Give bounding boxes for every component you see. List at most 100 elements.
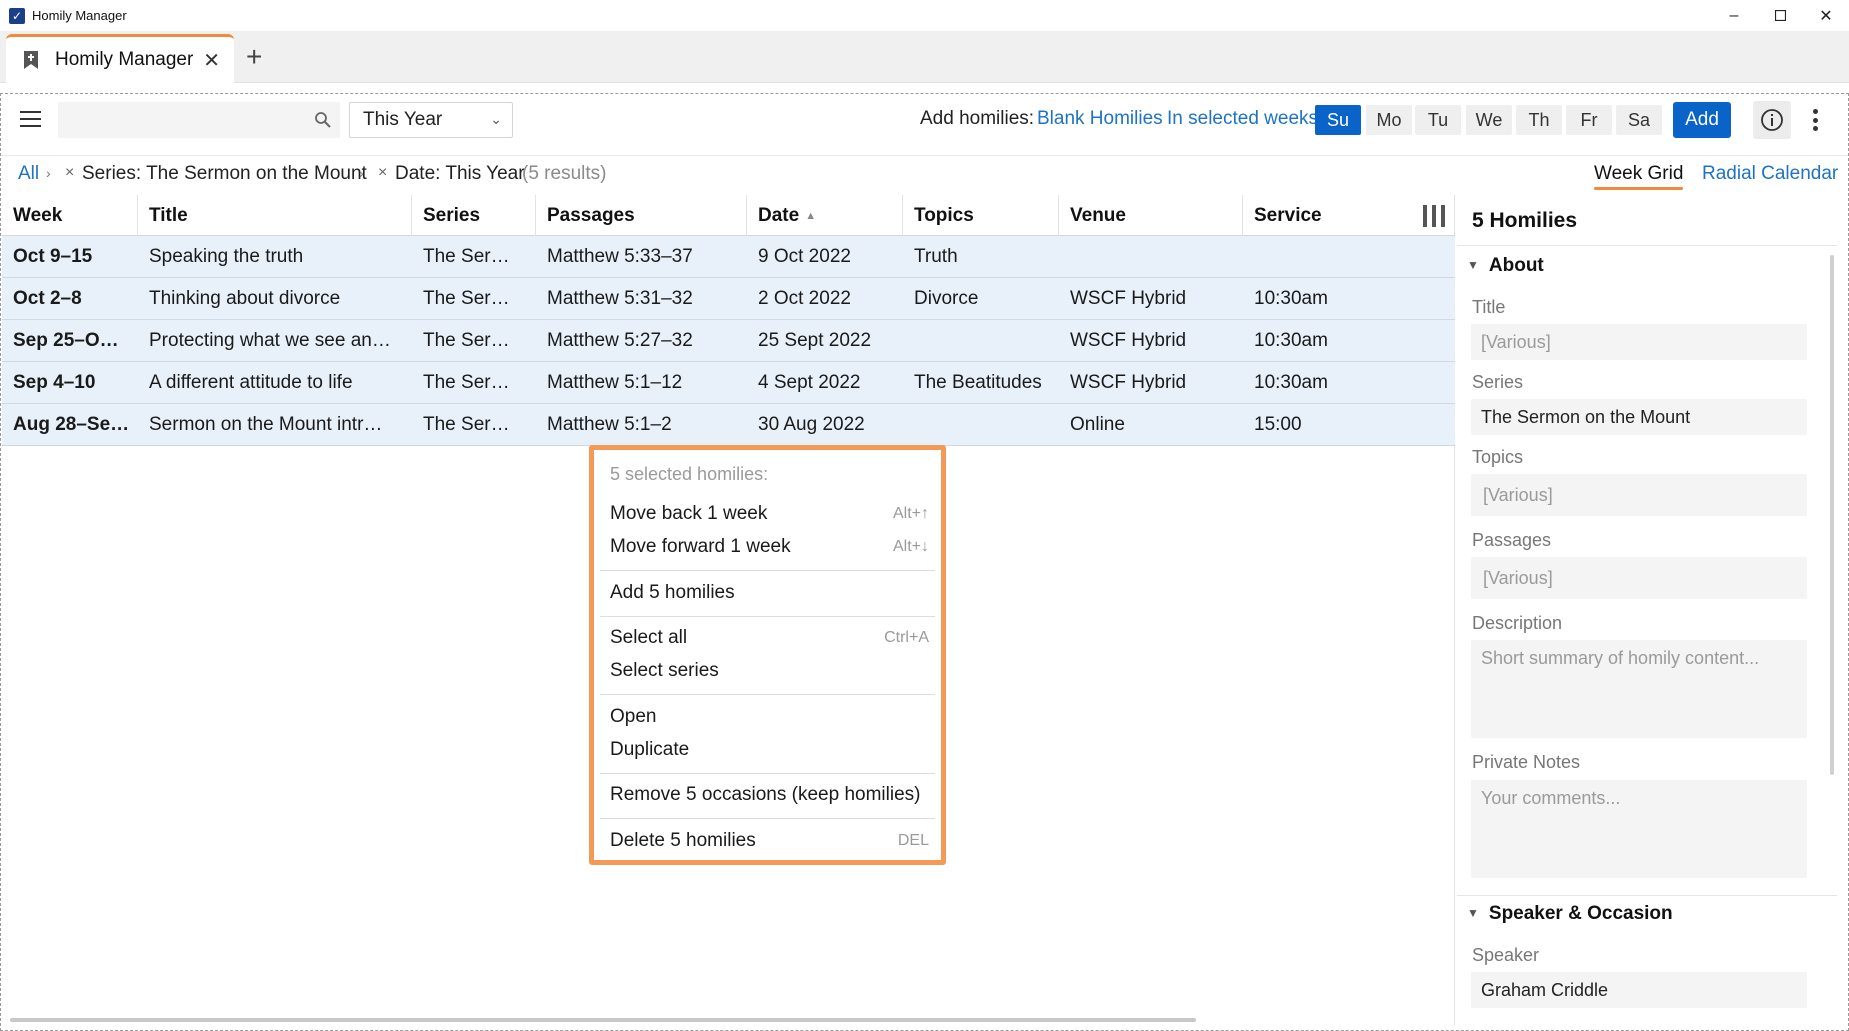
table-row[interactable]: Sep 4–10 A different attitude to life Th… [2, 362, 1455, 404]
day-toggle-sa[interactable]: Sa [1616, 105, 1662, 135]
table-row[interactable]: Sep 25–O… Protecting what we see an… The… [2, 320, 1455, 362]
cell-week: Oct 9–15 [13, 246, 93, 267]
column-header-title[interactable]: Title [138, 195, 412, 236]
day-toggle-tu[interactable]: Tu [1415, 105, 1461, 135]
day-toggle-fr[interactable]: Fr [1566, 105, 1612, 135]
cell-date: 4 Sept 2022 [758, 372, 861, 393]
close-window-button[interactable]: ✕ [1803, 0, 1849, 31]
description-field-label: Description [1472, 613, 1563, 633]
column-chooser-icon[interactable] [1423, 205, 1445, 227]
cell-date: 30 Aug 2022 [758, 414, 865, 435]
panel-vertical-scrollbar[interactable] [1830, 255, 1834, 775]
column-header-week[interactable]: Week [2, 195, 138, 236]
series-field[interactable]: The Sermon on the Mount [1471, 399, 1807, 435]
table-row[interactable]: Aug 28–Se… Sermon on the Mount intr… The… [2, 404, 1455, 446]
section-speaker-occasion[interactable]: ▼ Speaker & Occasion [1467, 903, 1673, 925]
menu-item-select-series[interactable]: Select series [610, 656, 929, 686]
view-tab-radial-calendar[interactable]: Radial Calendar [1702, 163, 1838, 185]
date-range-select[interactable]: This Year ⌄ [349, 102, 513, 138]
passages-field-label: Passages [1472, 530, 1552, 550]
section-about[interactable]: ▼ About [1467, 255, 1544, 277]
cell-venue: Online [1070, 414, 1125, 435]
blank-homilies-link[interactable]: Blank Homilies [1037, 108, 1163, 130]
menu-item-delete-homilies[interactable]: Delete 5 homilies DEL [610, 826, 929, 856]
new-tab-plus-icon[interactable]: + [246, 43, 262, 71]
menu-divider [600, 616, 935, 617]
column-header-topics[interactable]: Topics [903, 195, 1059, 236]
cell-venue: WSCF Hybrid [1070, 372, 1187, 393]
context-menu-header: 5 selected homilies: [610, 464, 769, 484]
menu-item-label: Select series [610, 660, 719, 681]
series-filter-chip[interactable]: Series: The Sermon on the Mount [82, 163, 367, 185]
maximize-button[interactable] [1757, 0, 1803, 31]
cell-week: Oct 2–8 [13, 288, 82, 309]
menu-item-label: Move forward 1 week [610, 536, 791, 557]
menu-item-label: Delete 5 homilies [610, 830, 756, 851]
toolbar: This Year ⌄ Add homilies: Blank Homilies… [0, 84, 1849, 156]
description-field[interactable]: Short summary of homily content... [1471, 640, 1807, 738]
breadcrumb-all[interactable]: All [18, 163, 39, 185]
info-button[interactable] [1753, 101, 1791, 139]
window-controls: – ✕ [1711, 0, 1849, 31]
add-button[interactable]: Add [1673, 102, 1731, 138]
menu-item-move-forward[interactable]: Move forward 1 week Alt+↓ [610, 532, 929, 562]
results-count: (5 results) [522, 163, 607, 184]
cell-date: 2 Oct 2022 [758, 288, 851, 309]
menu-item-label: Select all [610, 627, 688, 648]
menu-item-duplicate[interactable]: Duplicate [610, 735, 929, 765]
day-toggle-th[interactable]: Th [1516, 105, 1562, 135]
topics-field[interactable]: [Various] [1471, 474, 1807, 516]
notes-field[interactable]: Your comments... [1471, 780, 1807, 878]
column-header-venue[interactable]: Venue [1059, 195, 1243, 236]
bookmark-shield-icon [21, 50, 41, 70]
title-field[interactable]: [Various] [1471, 324, 1807, 360]
day-toggle-mo[interactable]: Mo [1366, 105, 1412, 135]
cell-week: Aug 28–Se… [13, 414, 130, 435]
search-input[interactable] [58, 102, 298, 138]
chevron-right-icon: › [359, 165, 364, 181]
cell-service [1243, 236, 1423, 278]
passages-field[interactable]: [Various] [1471, 557, 1807, 599]
cell-title: Sermon on the Mount intr… [149, 414, 383, 435]
cell-topics: The Beatitudes [914, 372, 1042, 393]
column-header-passages[interactable]: Passages [536, 195, 747, 236]
speaker-field[interactable]: Graham Criddle [1471, 972, 1807, 1008]
hamburger-menu-icon[interactable] [20, 111, 41, 127]
cell-service: 10:30am [1254, 330, 1328, 351]
cell-series: The Ser… [423, 414, 510, 435]
day-toggle-we[interactable]: We [1466, 105, 1512, 135]
menu-item-move-back[interactable]: Move back 1 week Alt+↑ [610, 499, 929, 529]
menu-item-add-homilies[interactable]: Add 5 homilies [610, 578, 929, 608]
table-row[interactable]: Oct 2–8 Thinking about divorce The Ser… … [2, 278, 1455, 320]
date-filter-chip[interactable]: Date: This Year [395, 163, 525, 185]
tab-close-icon[interactable]: ✕ [203, 48, 220, 73]
more-options-icon[interactable] [1809, 106, 1821, 134]
context-menu: 5 selected homilies: Move back 1 week Al… [589, 445, 946, 865]
remove-filter-icon[interactable]: × [65, 164, 74, 182]
series-field-label: Series [1472, 372, 1524, 392]
speaker-field-label: Speaker [1472, 945, 1540, 965]
column-header-date[interactable]: Date ▲ [747, 195, 903, 236]
table-row[interactable]: Oct 9–15 Speaking the truth The Ser… Mat… [2, 236, 1455, 278]
in-selected-weeks-link[interactable]: In selected weeks [1167, 108, 1318, 130]
cell-venue: WSCF Hybrid [1070, 288, 1187, 309]
minimize-button[interactable]: – [1711, 0, 1757, 31]
tab-homily-manager[interactable]: Homily Manager ✕ [6, 34, 234, 83]
column-header-series[interactable]: Series [412, 195, 536, 236]
menu-item-remove-occasions[interactable]: Remove 5 occasions (keep homilies) [610, 780, 929, 810]
cell-service: 10:30am [1254, 288, 1328, 309]
menu-divider [600, 773, 935, 774]
cell-topics: Truth [914, 246, 958, 267]
view-tab-week-grid[interactable]: Week Grid [1594, 163, 1684, 190]
panel-divider [1457, 895, 1837, 896]
cell-topics: Divorce [914, 288, 979, 309]
day-toggle-su[interactable]: Su [1315, 105, 1361, 135]
search-icon[interactable] [314, 111, 332, 129]
menu-item-select-all[interactable]: Select all Ctrl+A [610, 623, 929, 653]
add-homilies-label: Add homilies: [920, 108, 1035, 129]
cell-topics [903, 404, 1059, 446]
remove-filter-icon[interactable]: × [378, 164, 387, 182]
menu-item-open[interactable]: Open [610, 702, 929, 732]
horizontal-scrollbar[interactable] [10, 1018, 1196, 1022]
cell-venue [1059, 236, 1243, 278]
